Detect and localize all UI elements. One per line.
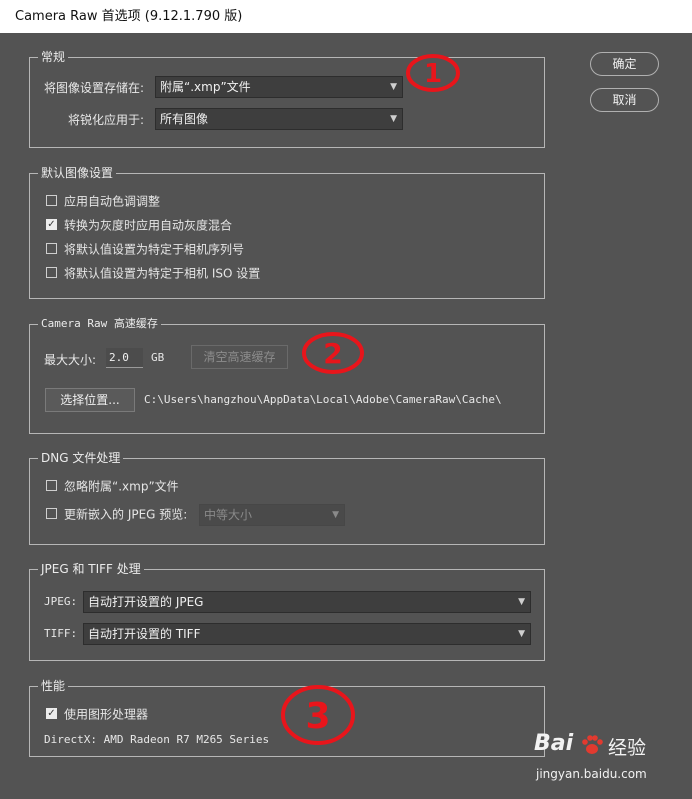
checkbox[interactable] — [46, 195, 57, 206]
cache-path: C:\Users\hangzhou\AppData\Local\Adobe\Ca… — [144, 393, 502, 406]
size-unit-label: GB — [151, 351, 165, 364]
chevron-down-icon: ▼ — [332, 510, 339, 520]
checkbox-label: 使用图形处理器 — [64, 707, 149, 722]
directx-info: DirectX: AMD Radeon R7 M265 Series — [44, 733, 270, 746]
checkbox-checked[interactable]: ✓ — [46, 708, 57, 719]
checkbox-label: 将默认值设置为特定于相机 ISO 设置 — [64, 266, 261, 281]
performance-legend: 性能 — [38, 678, 69, 694]
ok-button[interactable]: 确定 — [590, 52, 659, 76]
save-settings-dropdown[interactable]: 附属“.xmp”文件 ▼ — [155, 76, 403, 98]
checkbox[interactable] — [46, 480, 57, 491]
jpeg-handling-value: 自动打开设置的 JPEG — [88, 595, 204, 609]
general-group: 常规 将图像设置存储在: 附属“.xmp”文件 ▼ 将锐化应用于: 所有图像 ▼ — [29, 49, 545, 148]
checkbox[interactable] — [46, 243, 57, 254]
cache-group: Camera Raw 高速缓存 最大大小: 2.0 GB 清空高速缓存 选择位置… — [29, 316, 545, 434]
checkbox[interactable] — [46, 267, 57, 278]
cache-legend: Camera Raw 高速缓存 — [38, 316, 161, 332]
annotation-number-2: 2 — [323, 337, 342, 370]
cancel-button[interactable]: 取消 — [590, 88, 659, 112]
update-preview-checkbox-row[interactable]: 更新嵌入的 JPEG 预览: — [46, 505, 187, 523]
baidu-jingyan-text: 经验 — [608, 737, 647, 759]
paw-icon — [582, 735, 603, 754]
checkbox[interactable] — [46, 508, 57, 519]
jpeg-label: JPEG: — [44, 595, 78, 608]
sharpening-dropdown[interactable]: 所有图像 ▼ — [155, 108, 403, 130]
annotation-number-1: 1 — [424, 59, 442, 89]
select-location-button[interactable]: 选择位置... — [45, 388, 135, 412]
checkbox-label: 更新嵌入的 JPEG 预览: — [64, 507, 188, 522]
chevron-down-icon: ▼ — [518, 597, 525, 607]
checkbox-label: 转换为灰度时应用自动灰度混合 — [64, 218, 233, 233]
tiff-handling-value: 自动打开设置的 TIFF — [88, 627, 201, 641]
checkbox-label: 应用自动色调调整 — [64, 194, 161, 209]
max-size-input[interactable]: 2.0 — [106, 348, 143, 368]
annotation-circle-1: 1 — [406, 54, 460, 92]
max-size-label: 最大大小: — [44, 353, 97, 367]
checkbox-checked[interactable]: ✓ — [46, 219, 57, 230]
baidu-watermark: Bai 经验 jingyan.baidu.com — [534, 731, 684, 791]
sharpening-value: 所有图像 — [160, 112, 209, 126]
ignore-sidecar-checkbox-row[interactable]: 忽略附属“.xmp”文件 — [46, 477, 179, 495]
baidu-url: jingyan.baidu.com — [536, 767, 647, 781]
default-image-settings-legend: 默认图像设置 — [38, 165, 117, 181]
purge-cache-button[interactable]: 清空高速缓存 — [191, 345, 288, 369]
preview-size-dropdown[interactable]: 中等大小 ▼ — [199, 504, 345, 526]
annotation-circle-2: 2 — [302, 332, 364, 374]
tiff-label: TIFF: — [44, 627, 78, 640]
gpu-checkbox-row[interactable]: ✓ 使用图形处理器 — [46, 705, 148, 723]
tiff-handling-dropdown[interactable]: 自动打开设置的 TIFF ▼ — [83, 623, 531, 645]
jpeg-tiff-group: JPEG 和 TIFF 处理 JPEG: 自动打开设置的 JPEG ▼ TIFF… — [29, 561, 545, 661]
jpeg-handling-dropdown[interactable]: 自动打开设置的 JPEG ▼ — [83, 591, 531, 613]
save-settings-value: 附属“.xmp”文件 — [160, 80, 251, 94]
annotation-circle-3: 3 — [281, 685, 355, 745]
baidu-logo-text: Bai — [534, 731, 574, 756]
chevron-down-icon: ▼ — [390, 82, 397, 92]
save-settings-label: 将图像设置存储在: — [44, 81, 145, 95]
camera-iso-checkbox-row[interactable]: 将默认值设置为特定于相机 ISO 设置 — [46, 264, 260, 282]
general-legend: 常规 — [38, 49, 69, 65]
annotation-number-3: 3 — [305, 696, 330, 737]
auto-tone-checkbox-row[interactable]: 应用自动色调调整 — [46, 192, 160, 210]
default-image-settings-group: 默认图像设置 应用自动色调调整 ✓ 转换为灰度时应用自动灰度混合 将默认值设置为特… — [29, 165, 545, 299]
dng-group: DNG 文件处理 忽略附属“.xmp”文件 更新嵌入的 JPEG 预览: 中等大… — [29, 450, 545, 545]
auto-grayscale-checkbox-row[interactable]: ✓ 转换为灰度时应用自动灰度混合 — [46, 216, 232, 234]
window-title: Camera Raw 首选项 (9.12.1.790 版) — [0, 0, 692, 33]
chevron-down-icon: ▼ — [390, 114, 397, 124]
preview-size-value: 中等大小 — [204, 508, 253, 522]
dng-legend: DNG 文件处理 — [38, 450, 124, 466]
chevron-down-icon: ▼ — [518, 629, 525, 639]
camera-serial-checkbox-row[interactable]: 将默认值设置为特定于相机序列号 — [46, 240, 244, 258]
preferences-dialog: 确定 取消 常规 将图像设置存储在: 附属“.xmp”文件 ▼ 将锐化应用于: … — [0, 33, 692, 799]
sharpening-label: 将锐化应用于: — [68, 113, 145, 127]
jpeg-tiff-legend: JPEG 和 TIFF 处理 — [38, 561, 144, 577]
checkbox-label: 将默认值设置为特定于相机序列号 — [64, 242, 245, 257]
checkbox-label: 忽略附属“.xmp”文件 — [64, 479, 179, 494]
